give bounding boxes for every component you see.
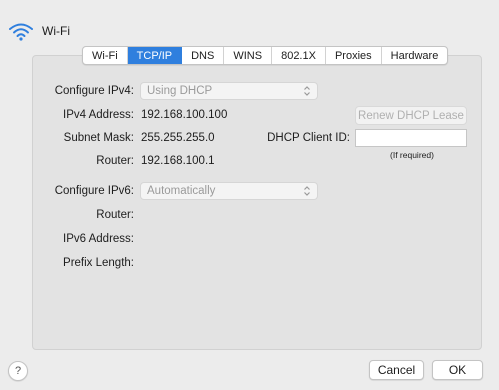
router-ipv4-label: Router: <box>96 155 134 167</box>
tab-wins[interactable]: WINS <box>224 47 273 64</box>
router-ipv6-label: Router: <box>96 209 134 221</box>
prefix-length-label: Prefix Length: <box>63 257 134 269</box>
wifi-icon <box>9 23 33 41</box>
help-button[interactable]: ? <box>8 361 28 381</box>
configure-ipv4-label: Configure IPv4: <box>54 85 134 97</box>
tab-hardware[interactable]: Hardware <box>382 47 448 64</box>
configure-ipv4-select[interactable]: Using DHCP <box>140 82 318 100</box>
renew-dhcp-lease-button[interactable]: Renew DHCP Lease <box>355 106 467 125</box>
tab-wifi[interactable]: Wi-Fi <box>83 47 128 64</box>
subnet-mask-label: Subnet Mask: <box>63 132 134 144</box>
configure-ipv6-value: Automatically <box>147 185 216 197</box>
configure-ipv6-select[interactable]: Automatically <box>140 182 318 200</box>
chevron-updown-icon <box>304 86 310 96</box>
chevron-updown-icon <box>304 186 310 196</box>
configure-ipv4-value: Using DHCP <box>147 85 213 97</box>
cancel-button[interactable]: Cancel <box>369 360 424 380</box>
dhcp-client-id-input[interactable] <box>355 129 467 147</box>
window-header: Wi-Fi <box>8 20 70 42</box>
dhcp-client-id-hint: (If required) <box>390 150 434 160</box>
header-title: Wi-Fi <box>42 24 70 38</box>
ipv6-address-label: IPv6 Address: <box>63 233 134 245</box>
dhcp-client-id-label: DHCP Client ID: <box>267 132 350 144</box>
tab-dns[interactable]: DNS <box>182 47 225 64</box>
configure-ipv6-label: Configure IPv6: <box>54 185 134 197</box>
subnet-mask-value: 255.255.255.0 <box>141 132 215 144</box>
network-advanced-window: Wi-Fi Wi-Fi TCP/IP DNS WINS 802.1X Proxi… <box>0 0 499 390</box>
ok-button[interactable]: OK <box>432 360 483 380</box>
tab-proxies[interactable]: Proxies <box>326 47 382 64</box>
router-ipv4-value: 192.168.100.1 <box>141 155 215 167</box>
ipv4-address-value: 192.168.100.100 <box>141 109 228 121</box>
tab-tcpip[interactable]: TCP/IP <box>127 47 183 64</box>
tab-8021x[interactable]: 802.1X <box>272 47 326 64</box>
ipv4-address-label: IPv4 Address: <box>63 109 134 121</box>
tab-bar: Wi-Fi TCP/IP DNS WINS 802.1X Proxies Har… <box>82 46 449 65</box>
